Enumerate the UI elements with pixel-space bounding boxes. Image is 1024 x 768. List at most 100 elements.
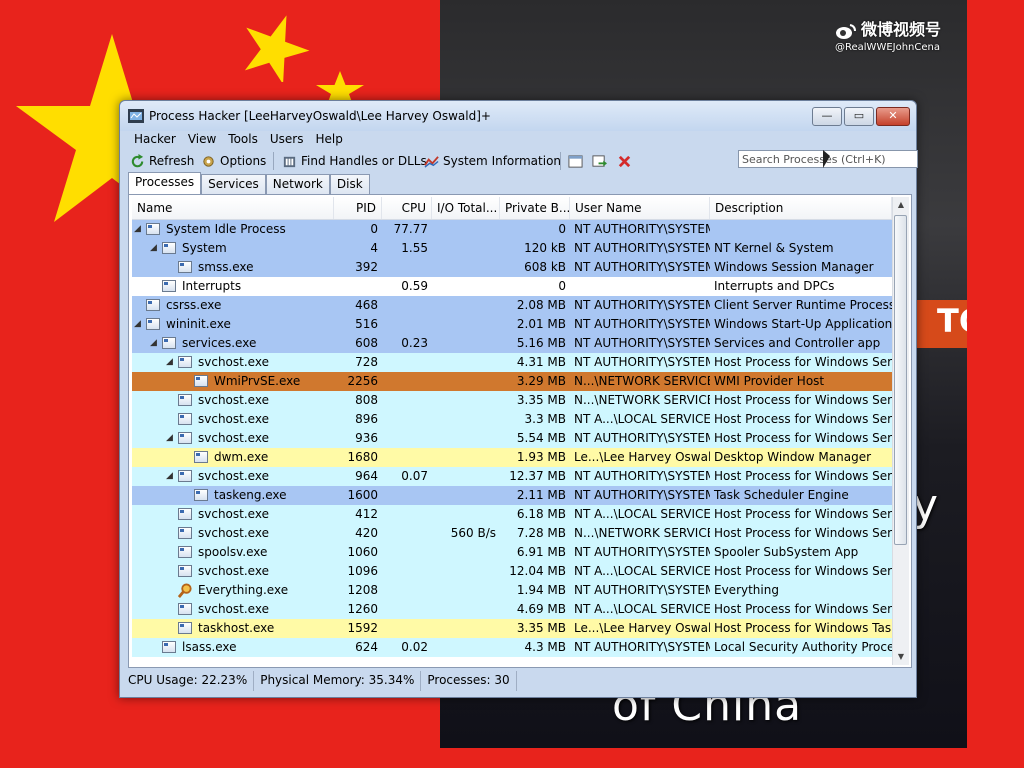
window-go-button[interactable] [592, 152, 607, 170]
process-name-cell: svchost.exe [132, 562, 334, 581]
options-button[interactable]: Options [201, 152, 266, 170]
table-row[interactable]: ◢ svchost.exe 936 5.54 MB NT AUTHORITY\SYSTE… [132, 429, 892, 448]
menu-tools[interactable]: Tools [222, 130, 264, 150]
process-window-icon [162, 337, 176, 349]
table-row[interactable]: svchost.exe 808 3.35 MB N...\NETWORK SERVIC… [132, 391, 892, 410]
tab-services[interactable]: Services [201, 174, 266, 195]
column-pid[interactable]: PID [334, 197, 382, 219]
column-cpu[interactable]: CPU [382, 197, 432, 219]
process-cpu-cell: 0.02 [401, 640, 428, 654]
terminate-button[interactable] [617, 152, 632, 170]
tab-processes[interactable]: Processes [128, 172, 202, 195]
process-io-cell [432, 410, 500, 429]
process-io-cell [432, 600, 500, 619]
minimize-button[interactable]: — [812, 107, 842, 126]
menu-users[interactable]: Users [264, 130, 310, 150]
table-row[interactable]: WmiPrvSE.exe 2256 3.29 MB N...\NETWORK SERV… [132, 372, 892, 391]
table-row[interactable]: svchost.exe 1096 12.04 MB NT A...\LOCAL SER… [132, 562, 892, 581]
process-io-cell [432, 543, 500, 562]
process-window-icon [146, 318, 160, 330]
expand-toggle-icon[interactable]: ◢ [150, 334, 157, 353]
table-row[interactable]: ◢ wininit.exe 516 2.01 MB NT AUTHORITY\SYSTE… [132, 315, 892, 334]
table-row[interactable]: svchost.exe 896 3.3 MB NT A...\LOCAL SERVIC… [132, 410, 892, 429]
maximize-button[interactable]: ▭ [844, 107, 874, 126]
process-priv-cell: 3.3 MB [524, 412, 566, 426]
refresh-button[interactable]: Refresh [130, 152, 194, 170]
table-row[interactable]: taskhost.exe 1592 3.35 MB Le...\Lee Harvey … [132, 619, 892, 638]
process-pid-cell: 1600 [347, 488, 378, 502]
process-desc-cell: NT Kernel & System [714, 241, 834, 255]
process-cpu-cell [382, 486, 432, 505]
process-name: services.exe [182, 336, 257, 350]
process-window-icon [194, 375, 208, 387]
close-button[interactable]: ✕ [876, 107, 910, 126]
table-row[interactable]: ◢ svchost.exe 964 0.07 12.37 MB NT AUTHORITY\… [132, 467, 892, 486]
table-row[interactable]: lsass.exe 624 0.02 4.3 MB NT AUTHORITY\SYSTE… [132, 638, 892, 657]
title-bar[interactable]: Process Hacker [LeeHarveyOswald\Lee Harv… [120, 101, 916, 131]
gear-icon [203, 155, 214, 167]
column-private-bytes[interactable]: Private B... [500, 197, 570, 219]
column-user-name[interactable]: User Name [570, 197, 710, 219]
process-cpu-cell [382, 296, 432, 315]
process-cpu-cell [382, 448, 432, 467]
table-row[interactable]: spoolsv.exe 1060 6.91 MB NT AUTHORITY\SYSTE… [132, 543, 892, 562]
column-name[interactable]: Name [132, 197, 334, 219]
expand-toggle-icon[interactable]: ◢ [134, 315, 141, 334]
process-io-cell [432, 353, 500, 372]
window-icon-button[interactable] [568, 152, 583, 170]
table-row[interactable]: Interrupts 0.59 0 Interrupts and DPCs [132, 277, 892, 296]
process-user-cell: NT AUTHORITY\SYSTEM [574, 469, 710, 483]
table-row[interactable]: ◢ services.exe 608 0.23 5.16 MB NT AUTHORITY\… [132, 334, 892, 353]
red-x-icon [618, 155, 631, 167]
vertical-scrollbar[interactable]: ▲ ▼ [892, 197, 909, 665]
table-row[interactable]: svchost.exe 412 6.18 MB NT A...\LOCAL SERVI… [132, 505, 892, 524]
process-user-cell: N...\NETWORK SERVICE [574, 526, 710, 540]
expand-toggle-icon[interactable]: ◢ [166, 429, 173, 448]
process-pid-cell: 896 [355, 412, 378, 426]
menu-hacker[interactable]: Hacker [128, 130, 182, 150]
process-user-cell: NT AUTHORITY\SYSTEM [574, 545, 710, 559]
column-description[interactable]: Description [710, 197, 892, 219]
watermark: 微博视频号 @RealWWEJohnCena [835, 16, 941, 53]
system-information-button[interactable]: System Information [424, 152, 561, 170]
process-user-cell: NT AUTHORITY\SYSTEM [574, 222, 710, 236]
process-user-cell: NT AUTHORITY\SYSTEM [574, 336, 710, 350]
process-pid-cell [334, 277, 382, 296]
table-row[interactable]: Everything.exe 1208 1.94 MB NT AUTHORITY\SY… [132, 581, 892, 600]
process-user-cell [570, 277, 710, 296]
process-desc-cell: Everything [714, 583, 779, 597]
process-window-icon [194, 451, 208, 463]
table-row[interactable]: csrss.exe 468 2.08 MB NT AUTHORITY\SYSTEM Cl… [132, 296, 892, 315]
table-row[interactable]: taskeng.exe 1600 2.11 MB NT AUTHORITY\SYSTE… [132, 486, 892, 505]
menu-help[interactable]: Help [309, 130, 348, 150]
table-row[interactable]: smss.exe 392 608 kB NT AUTHORITY\SYSTEM Wind… [132, 258, 892, 277]
process-pid-cell: 936 [355, 431, 378, 445]
expand-toggle-icon[interactable]: ◢ [166, 467, 173, 486]
table-row[interactable]: svchost.exe 420 560 B/s 7.28 MB N...\NETWORK… [132, 524, 892, 543]
table-row[interactable]: ◢ svchost.exe 728 4.31 MB NT AUTHORITY\SYSTE… [132, 353, 892, 372]
column-io-total[interactable]: I/O Total... [432, 197, 500, 219]
process-desc-cell: Host Process for Windows Ser... [714, 469, 892, 483]
process-user-cell: Le...\Lee Harvey Oswald [574, 450, 710, 464]
expand-toggle-icon[interactable]: ◢ [134, 220, 141, 239]
table-row[interactable]: svchost.exe 1260 4.69 MB NT A...\LOCAL SERV… [132, 600, 892, 619]
table-row[interactable]: ◢ System 4 1.55 120 kB NT AUTHORITY\SYSTEM NT … [132, 239, 892, 258]
expand-toggle-icon[interactable]: ◢ [166, 353, 173, 372]
process-desc-cell: Host Process for Windows Tas... [714, 621, 892, 635]
find-handles-button[interactable]: Find Handles or DLLs [282, 152, 427, 170]
expand-toggle-icon[interactable]: ◢ [150, 239, 157, 258]
process-name-cell: lsass.exe [132, 638, 334, 657]
table-row[interactable]: dwm.exe 1680 1.93 MB Le...\Lee Harvey Oswal… [132, 448, 892, 467]
tab-disk[interactable]: Disk [329, 174, 370, 195]
process-name-cell: WmiPrvSE.exe [132, 372, 334, 391]
process-desc-cell: Interrupts and DPCs [714, 279, 835, 293]
scroll-down-icon[interactable]: ▼ [893, 649, 909, 665]
tab-network[interactable]: Network [265, 174, 330, 195]
process-desc-cell: Host Process for Windows Ser... [714, 526, 892, 540]
menu-view[interactable]: View [182, 130, 222, 150]
table-row[interactable]: ◢ System Idle Process 0 77.77 0 NT AUTHORITY\… [132, 220, 892, 239]
process-name: svchost.exe [198, 355, 269, 369]
scrollbar-thumb[interactable] [894, 215, 907, 545]
scroll-up-icon[interactable]: ▲ [893, 197, 909, 213]
process-name: spoolsv.exe [198, 545, 268, 559]
